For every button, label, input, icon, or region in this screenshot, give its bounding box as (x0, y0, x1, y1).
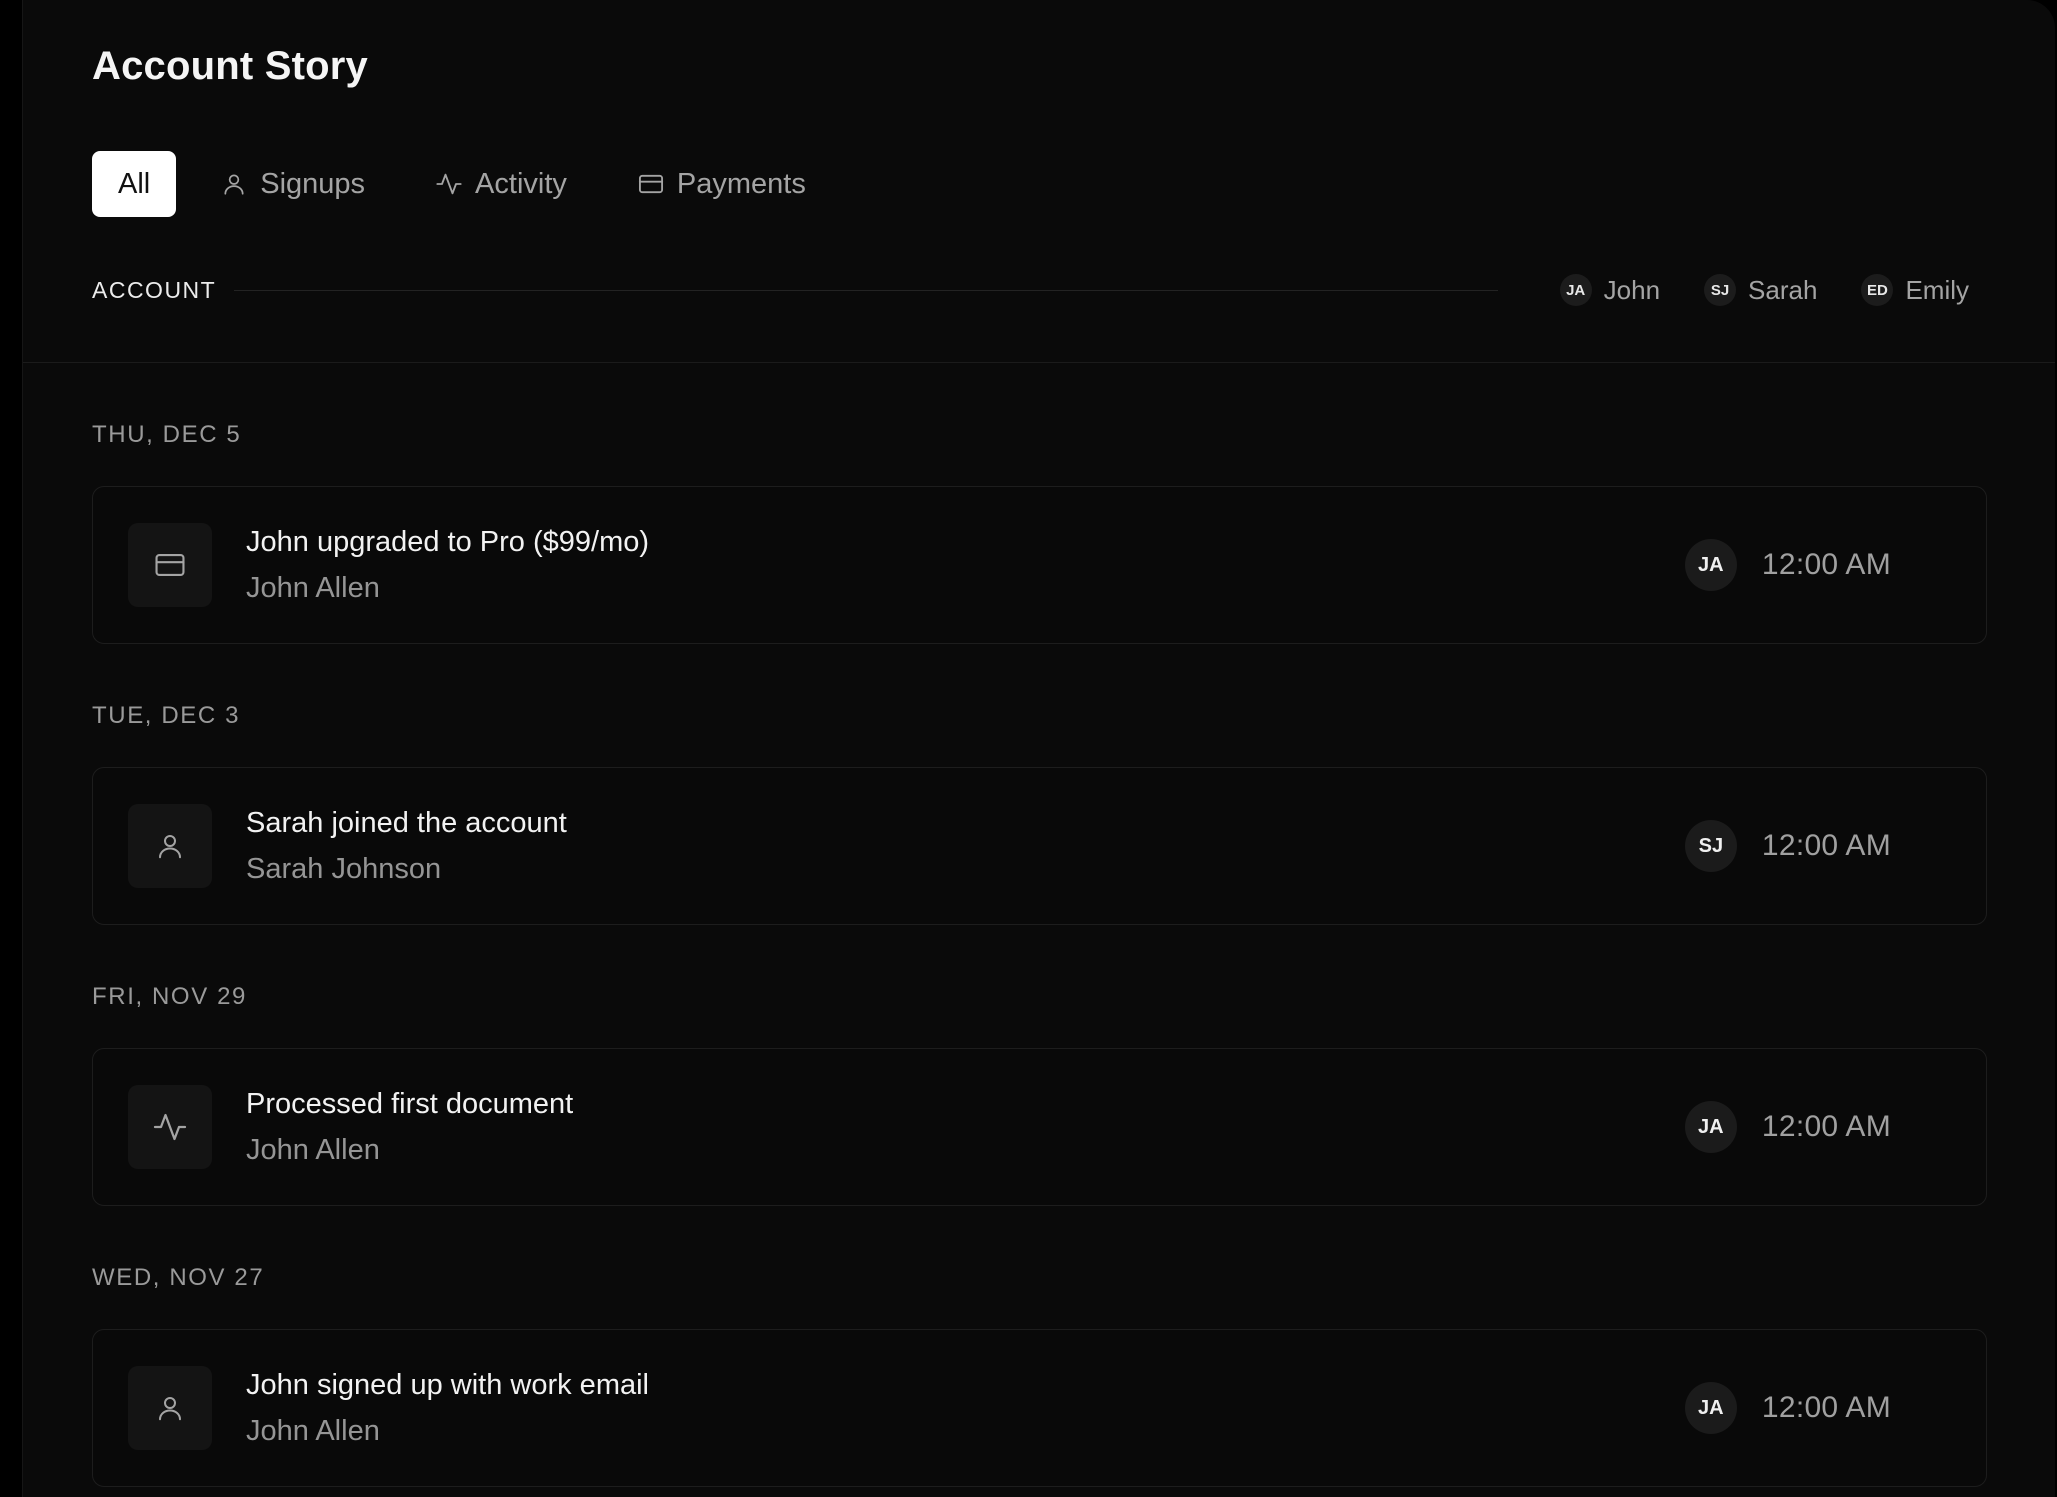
day-label: THU, DEC 5 (92, 421, 242, 448)
event-time: 12:00 AM (1761, 1110, 1891, 1143)
member-name: John (1603, 274, 1661, 305)
tab-signups[interactable]: Signups (220, 151, 365, 217)
user-icon (220, 170, 248, 198)
avatar: SJ (1684, 820, 1737, 872)
event-title: John upgraded to Pro ($99/mo) (246, 526, 650, 558)
member-john[interactable]: JA John (1559, 274, 1661, 306)
event-title: Sarah joined the account (246, 807, 567, 839)
event-text: Processed first document John Allen (246, 1084, 573, 1170)
member-sarah[interactable]: SJ Sarah (1704, 274, 1817, 306)
activity-icon (128, 1085, 212, 1169)
header: Account Story All Signups Activity Payme… (23, 0, 2055, 363)
event-title: John signed up with work email (246, 1369, 649, 1401)
event-card[interactable]: John upgraded to Pro ($99/mo) John Allen… (92, 486, 1987, 644)
page-title: Account Story (92, 44, 368, 88)
filter-tabs: All Signups Activity Payments (92, 151, 876, 217)
tab-payments[interactable]: Payments (637, 151, 806, 217)
event-card[interactable]: Sarah joined the account Sarah Johnson S… (92, 767, 1987, 925)
tab-label: Signups (260, 167, 366, 200)
avatar: JA (1684, 539, 1737, 591)
day-label: FRI, NOV 29 (92, 983, 247, 1010)
event-meta: JA 12:00 AM (1684, 1330, 1891, 1486)
event-meta: JA 12:00 AM (1684, 487, 1891, 643)
tab-label: Activity (475, 167, 567, 200)
event-title: Processed first document (246, 1088, 574, 1120)
avatar: ED (1861, 274, 1894, 306)
member-emily[interactable]: ED Emily (1861, 274, 1969, 306)
event-card[interactable]: John signed up with work email John Alle… (92, 1329, 1987, 1487)
activity-icon (435, 170, 463, 198)
account-story-panel: Account Story All Signups Activity Payme… (22, 0, 2055, 1497)
event-meta: JA 12:00 AM (1684, 1049, 1891, 1205)
credit-card-icon (128, 523, 212, 607)
event-meta: SJ 12:00 AM (1684, 768, 1891, 924)
divider (234, 289, 1498, 291)
avatar: JA (1684, 1382, 1737, 1434)
tab-label: Payments (676, 167, 806, 200)
day-label: WED, NOV 27 (92, 1264, 265, 1291)
tab-label: All (118, 167, 151, 200)
avatar: JA (1559, 274, 1592, 306)
member-name: Emily (1905, 274, 1969, 305)
day-label: TUE, DEC 3 (92, 702, 241, 729)
event-feed: THU, DEC 5 John upgraded to Pro ($99/mo)… (92, 363, 1987, 1487)
event-text: John upgraded to Pro ($99/mo) John Allen (246, 522, 649, 608)
tab-activity[interactable]: Activity (435, 151, 567, 217)
avatar: SJ (1704, 274, 1737, 306)
tab-all[interactable]: All (92, 151, 177, 217)
user-icon (128, 1366, 212, 1450)
event-person: John Allen (246, 1415, 380, 1447)
event-person: John Allen (246, 572, 380, 604)
avatar: JA (1684, 1101, 1737, 1153)
event-card[interactable]: Processed first document John Allen JA 1… (92, 1048, 1987, 1206)
event-time: 12:00 AM (1761, 548, 1891, 581)
event-text: John signed up with work email John Alle… (246, 1365, 649, 1451)
account-label: ACCOUNT (92, 276, 217, 303)
event-person: Sarah Johnson (246, 853, 442, 885)
event-time: 12:00 AM (1761, 1391, 1891, 1424)
credit-card-icon (637, 170, 665, 198)
event-person: John Allen (246, 1134, 380, 1166)
user-icon (128, 804, 212, 888)
member-name: Sarah (1748, 274, 1818, 305)
event-text: Sarah joined the account Sarah Johnson (246, 803, 567, 889)
account-members-row: ACCOUNT JA John SJ Sarah ED Emily (92, 270, 1969, 310)
event-time: 12:00 AM (1761, 829, 1891, 862)
